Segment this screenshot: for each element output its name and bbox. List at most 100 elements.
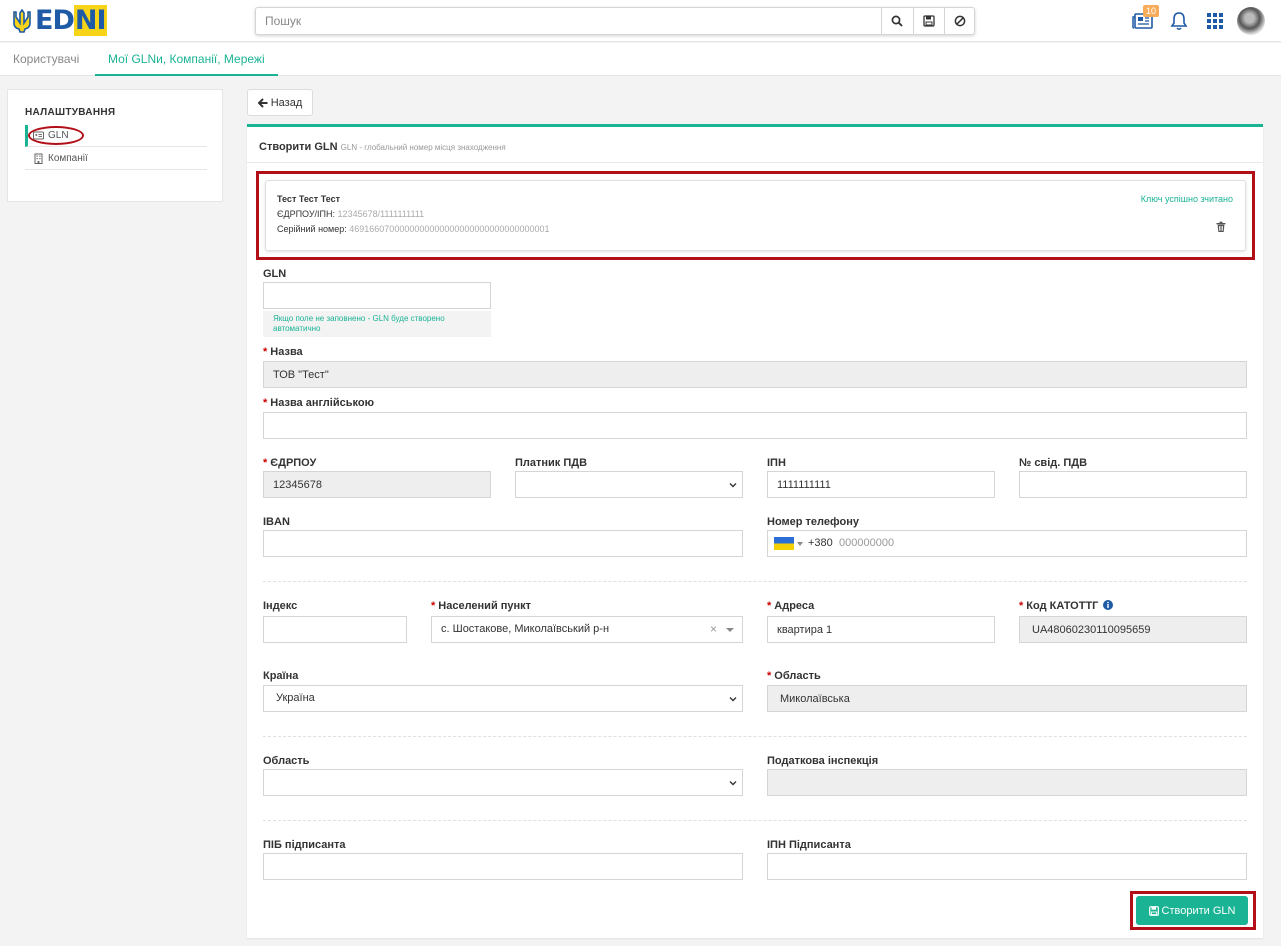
- country-value: Україна: [276, 692, 315, 704]
- katottg-label: * Код КАТОТТГ: [1019, 600, 1114, 612]
- key-owner-name: Тест Тест Тест: [277, 194, 341, 204]
- clear-search-button[interactable]: [944, 8, 975, 34]
- info-icon[interactable]: [1103, 600, 1114, 610]
- grid-icon: [1207, 13, 1223, 29]
- region-label-text: Область: [263, 755, 310, 767]
- building-icon: [34, 153, 43, 164]
- region-ro-label: * Область: [767, 670, 821, 682]
- floppy-icon: [1148, 905, 1159, 916]
- divider: [263, 820, 1247, 821]
- name-en-input[interactable]: [263, 412, 1247, 439]
- notifications-button[interactable]: [1161, 7, 1197, 35]
- bell-icon: [1170, 12, 1188, 30]
- country-label: Країна: [263, 670, 298, 682]
- ban-icon: [954, 15, 966, 27]
- iban-label-text: IBAN: [263, 516, 290, 528]
- address-label-text: Адреса: [774, 600, 815, 612]
- ipn-label-text: ІПН: [767, 457, 786, 469]
- iban-input[interactable]: [263, 530, 743, 557]
- tax-office-label-text: Податкова інспекція: [767, 755, 879, 767]
- page-title: Створити GLN GLN - глобальний номер місц…: [259, 141, 506, 153]
- key-serial-value: 4691660700000000000000000000000000000001: [349, 224, 550, 234]
- katottg-label-text: Код КАТОТТГ: [1026, 600, 1099, 612]
- signer-ipn-label-text: ІПН Підписанта: [767, 839, 851, 851]
- settlement-select[interactable]: с. Шостакове, Миколаївський р-н ×: [431, 616, 743, 643]
- region-ro-input[interactable]: [767, 685, 1247, 712]
- region-ro-label-text: Область: [774, 670, 821, 682]
- user-menu-button[interactable]: [1233, 7, 1269, 35]
- vat-payer-select[interactable]: [515, 471, 743, 498]
- apps-button[interactable]: [1197, 7, 1233, 35]
- news-button[interactable]: 10: [1125, 5, 1161, 35]
- key-edrpou-value: 12345678/1111111111: [337, 209, 425, 219]
- create-gln-panel: Створити GLN GLN - глобальний номер місц…: [247, 124, 1263, 938]
- name-label: * Назва: [263, 346, 303, 358]
- highlight-ellipse: [28, 126, 84, 145]
- tax-office-input[interactable]: [767, 769, 1247, 796]
- key-serial: Серійний номер: 469166070000000000000000…: [277, 224, 549, 234]
- divider: [263, 736, 1247, 737]
- sidebar-item-label: Компанії: [48, 153, 88, 164]
- back-button[interactable]: Назад: [247, 89, 313, 116]
- caret-down-icon: [797, 542, 803, 546]
- logo[interactable]: EDNI: [13, 5, 107, 36]
- ipn-input[interactable]: [767, 471, 995, 498]
- address-label: * Адреса: [767, 600, 815, 612]
- sidebar-item-companies[interactable]: Компанії: [25, 148, 207, 170]
- phone-input[interactable]: +380 000000000: [767, 530, 1247, 557]
- name-en-label: * Назва англійською: [263, 397, 374, 409]
- key-edrpou-label: ЄДРПОУ/ІПН:: [277, 209, 336, 219]
- clear-icon[interactable]: ×: [710, 617, 717, 642]
- gln-hint: Якщо поле не заповнено - GLN буде створе…: [263, 311, 491, 337]
- name-input[interactable]: [263, 361, 1247, 388]
- gln-input[interactable]: [263, 282, 491, 309]
- tab-my-glns[interactable]: Мої GLNи, Компанії, Мережі: [95, 43, 278, 76]
- tab-users[interactable]: Користувачі: [13, 43, 79, 76]
- key-edrpou: ЄДРПОУ/ІПН: 12345678/1111111111: [277, 209, 424, 219]
- chevron-down-icon: [729, 697, 737, 702]
- settlement-label-text: Населений пункт: [438, 600, 532, 612]
- name-en-label-text: Назва англійською: [270, 397, 374, 409]
- top-icons: 10: [1125, 5, 1269, 35]
- key-info-box: Тест Тест Тест ЄДРПОУ/ІПН: 12345678/1111…: [265, 180, 1246, 251]
- signer-name-label-text: ПІБ підписанта: [263, 839, 346, 851]
- region-select[interactable]: [263, 769, 743, 796]
- phone-code: +380: [808, 537, 833, 549]
- address-input[interactable]: [767, 616, 995, 643]
- tax-office-label: Податкова інспекція: [767, 755, 878, 767]
- ukraine-flag-icon: [774, 537, 794, 550]
- create-gln-button[interactable]: Створити GLN: [1136, 896, 1248, 925]
- vat-cert-input[interactable]: [1019, 471, 1247, 498]
- signer-name-input[interactable]: [263, 853, 743, 880]
- edrpou-input[interactable]: [263, 471, 491, 498]
- phone-label: Номер телефону: [767, 516, 859, 528]
- gln-label-text: GLN: [263, 268, 287, 280]
- settlement-value: с. Шостакове, Миколаївський р-н: [441, 623, 610, 635]
- index-input[interactable]: [263, 616, 407, 643]
- search-button[interactable]: [881, 8, 912, 34]
- divider: [263, 581, 1247, 582]
- phone-label-text: Номер телефону: [767, 516, 859, 528]
- country-label-text: Країна: [263, 670, 299, 682]
- save-search-button[interactable]: [913, 8, 944, 34]
- trident-icon: [13, 9, 31, 33]
- country-select[interactable]: Україна: [263, 685, 743, 712]
- tabs-bar: Користувачі Мої GLNи, Компанії, Мережі: [0, 43, 1281, 76]
- trash-icon[interactable]: [1215, 221, 1227, 233]
- key-serial-label: Серійний номер:: [277, 224, 347, 234]
- avatar: [1237, 7, 1265, 35]
- search-input[interactable]: [256, 8, 881, 34]
- notification-badge: 10: [1143, 5, 1160, 17]
- chevron-down-icon: [729, 483, 737, 488]
- katottg-input[interactable]: [1019, 616, 1247, 643]
- index-label: Індекс: [263, 600, 297, 612]
- sidebar-heading: НАЛАШТУВАННЯ: [25, 107, 116, 118]
- name-label-text: Назва: [270, 346, 303, 358]
- vat-cert-label: № свід. ПДВ: [1019, 457, 1087, 469]
- vat-cert-label-text: № свід. ПДВ: [1019, 457, 1088, 469]
- signer-ipn-label: ІПН Підписанта: [767, 839, 851, 851]
- divider: [247, 162, 1263, 163]
- signer-ipn-input[interactable]: [767, 853, 1247, 880]
- create-gln-label: Створити GLN: [1161, 904, 1236, 917]
- search-bar: [255, 7, 975, 35]
